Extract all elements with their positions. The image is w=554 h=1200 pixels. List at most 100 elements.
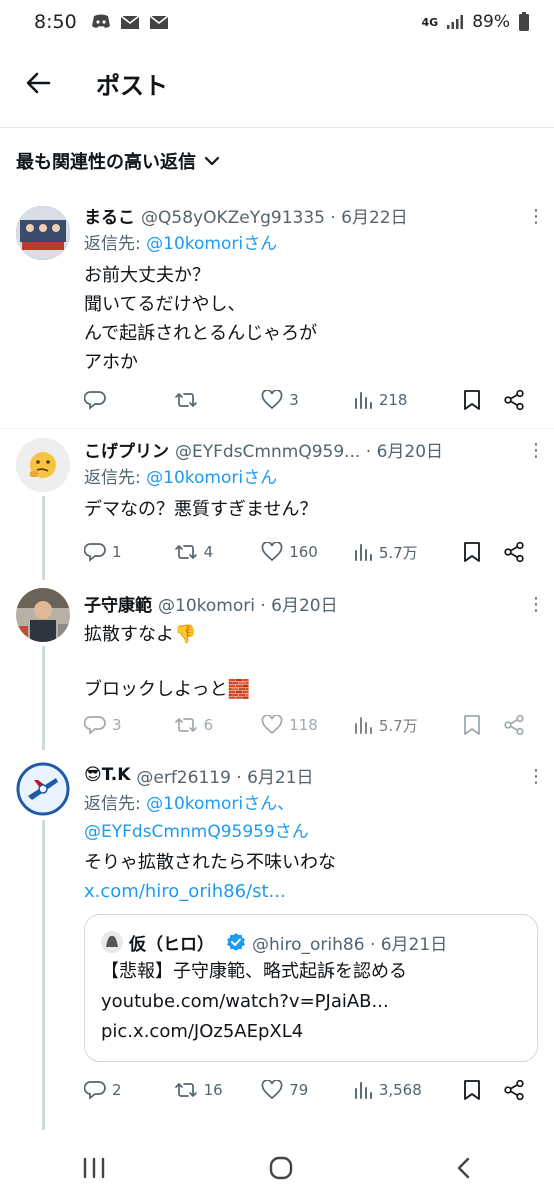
avatar[interactable] xyxy=(16,438,70,492)
author-name[interactable]: こげプリン xyxy=(84,437,169,462)
retweet-button[interactable]: 16 xyxy=(174,1074,262,1106)
share-button[interactable] xyxy=(494,536,534,568)
author-handle: @EYFdsCmnmQ959... · 6月20日 xyxy=(175,441,444,462)
reply-to-link[interactable]: @10komoriさん xyxy=(146,468,277,488)
retweet-button[interactable]: 6 xyxy=(174,709,262,741)
reply-count: 3 xyxy=(112,716,122,734)
sort-selector[interactable]: 最も関連性の高い返信 xyxy=(16,146,220,176)
quote-link[interactable]: youtube.com/watch?v=PJaiAB... xyxy=(101,987,521,1017)
status-bar: 8:50 4G 89% xyxy=(0,0,554,44)
like-button[interactable]: 3 xyxy=(261,384,353,416)
retweet-button[interactable] xyxy=(174,384,262,416)
views-count: 218 xyxy=(378,391,408,409)
verified-icon xyxy=(227,933,245,951)
retweet-count: 16 xyxy=(203,1081,223,1099)
retweet-button[interactable]: 4 xyxy=(174,536,262,568)
quote-pic-link[interactable]: pic.x.com/JOz5AEpXL4 xyxy=(101,1017,521,1047)
reply-to-link[interactable]: @10komoriさん xyxy=(146,234,277,254)
like-icon xyxy=(261,715,283,735)
tweet-text: 拡散すなよ👎 xyxy=(84,624,197,645)
bookmark-button[interactable] xyxy=(450,1074,494,1106)
thread-line xyxy=(42,646,45,750)
reply-to-link-2[interactable]: @EYFdsCmnmQ95959さん xyxy=(84,822,309,842)
share-button[interactable] xyxy=(494,384,534,416)
quote-author-name[interactable]: 仮（ヒロ） xyxy=(129,930,214,955)
author-name[interactable]: 😎T.K xyxy=(84,765,130,785)
reply-tweet[interactable]: 子守康範 @10komori · 6月20日 拡散すなよ👎 ブロックしよっと🧱 … xyxy=(0,580,554,750)
signal-icon xyxy=(447,15,464,29)
share-icon xyxy=(504,714,524,736)
reply-button[interactable]: 2 xyxy=(84,1074,174,1106)
share-button[interactable] xyxy=(494,709,534,741)
views-button[interactable]: 3,568 xyxy=(353,1074,451,1106)
system-nav-bar xyxy=(0,1140,554,1200)
reply-tweet[interactable]: まるこ @Q58yOKZeYg91335 · 6月22日 返信先: @10kom… xyxy=(0,196,554,428)
reply-prefix: 返信先: xyxy=(84,468,147,488)
reply-to-line: 返信先: @10komoriさん xyxy=(84,230,540,258)
author-name[interactable]: 子守康範 xyxy=(84,591,152,616)
views-icon xyxy=(354,392,372,409)
share-icon xyxy=(504,541,524,563)
reply-tweet[interactable]: 😎T.K @erf26119 · 6月21日 返信先: @10komoriさん、… xyxy=(0,752,554,1130)
nav-back-icon xyxy=(458,1157,470,1179)
tweet-text: デマなの？悪質すぎません？ xyxy=(84,499,318,520)
quote-tweet-card[interactable]: 仮（ヒロ） @hiro_orih86 · 6月21日 【悲報】子守康範、略式起訴… xyxy=(84,914,538,1062)
like-icon xyxy=(261,1080,283,1100)
bookmark-icon xyxy=(464,1080,481,1100)
reply-button[interactable] xyxy=(84,384,174,416)
like-button[interactable]: 79 xyxy=(261,1074,353,1106)
avatar[interactable] xyxy=(16,206,70,260)
reply-button[interactable]: 3 xyxy=(84,709,174,741)
reply-prefix: 返信先: xyxy=(84,234,147,254)
author-name[interactable]: まるこ xyxy=(84,203,135,228)
reply-icon xyxy=(84,1081,106,1100)
recents-button[interactable] xyxy=(81,1157,107,1183)
bookmark-icon xyxy=(464,390,481,410)
author-handle: @10komori · 6月20日 xyxy=(158,595,338,616)
share-button[interactable] xyxy=(494,1074,534,1106)
thread-line xyxy=(42,496,45,580)
retweet-icon xyxy=(174,393,197,407)
avatar[interactable] xyxy=(16,762,70,816)
home-button[interactable] xyxy=(268,1155,294,1185)
more-icon[interactable]: ⋮ xyxy=(526,440,546,461)
back-arrow-icon xyxy=(26,72,51,94)
like-count: 3 xyxy=(289,391,299,409)
reply-count: 1 xyxy=(112,543,122,561)
avatar[interactable] xyxy=(16,588,70,642)
bookmark-button[interactable] xyxy=(450,536,494,568)
tweet-divider xyxy=(0,428,554,429)
views-button[interactable]: 218 xyxy=(353,384,451,416)
bookmark-button[interactable] xyxy=(450,709,494,741)
reply-button[interactable]: 1 xyxy=(84,536,174,568)
back-button[interactable] xyxy=(0,50,76,116)
bookmark-button[interactable] xyxy=(450,384,494,416)
reply-to-link[interactable]: @10komoriさん、 xyxy=(146,794,294,814)
share-icon xyxy=(504,389,524,411)
views-count: 3,568 xyxy=(378,1081,422,1099)
retweet-icon xyxy=(174,718,197,732)
tweet-link[interactable]: x.com/hiro_orih86/st... xyxy=(84,877,540,906)
like-button[interactable]: 118 xyxy=(261,709,353,741)
more-icon[interactable]: ⋮ xyxy=(526,206,546,227)
quote-author-handle: @hiro_orih86 · 6月21日 xyxy=(252,934,448,955)
more-icon[interactable]: ⋮ xyxy=(526,766,546,787)
like-button[interactable]: 160 xyxy=(261,536,353,568)
views-icon xyxy=(354,1082,372,1099)
system-back-button[interactable] xyxy=(455,1156,473,1184)
like-count: 79 xyxy=(289,1081,309,1099)
bookmark-icon xyxy=(464,715,481,735)
mail-icon xyxy=(120,14,140,29)
retweet-count: 6 xyxy=(203,716,214,734)
thread-line xyxy=(42,820,45,1130)
views-button[interactable]: 5.7万 xyxy=(353,709,451,741)
views-button[interactable]: 5.7万 xyxy=(353,536,451,568)
author-handle: @erf26119 · 6月21日 xyxy=(136,767,314,788)
discord-icon xyxy=(91,14,110,28)
reply-to-line: 返信先: @10komoriさん xyxy=(84,464,540,492)
tweet-text: お前大丈夫か？ 聞いてるだけやし、 んで起訴されとるんじゃろが アホか xyxy=(84,265,318,373)
reply-tweet[interactable]: こげプリン @EYFdsCmnmQ959... · 6月20日 返信先: @10… xyxy=(0,430,554,580)
recents-icon xyxy=(83,1157,104,1179)
reply-icon xyxy=(84,716,106,735)
more-icon[interactable]: ⋮ xyxy=(526,594,546,615)
